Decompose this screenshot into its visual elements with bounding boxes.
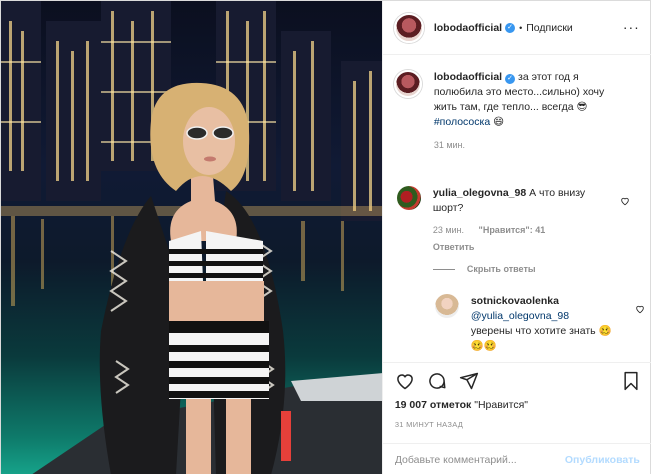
replies-divider-line: [432, 268, 455, 270]
hide-replies-button[interactable]: Скрыть ответы: [432, 264, 536, 274]
post-actions: 19 007 отметок "Нравится" 31 МИНУТ НАЗАД…: [382, 362, 651, 474]
comment-time[interactable]: 23 мин.: [433, 225, 464, 235]
post-side-panel: lobodaofficial ✓ • Подписки ··· lobodaof…: [381, 1, 651, 474]
reply-mention[interactable]: @yulia_olegovna_98: [471, 310, 569, 322]
action-icons: [395, 371, 479, 391]
photo-illustration: [1, 1, 382, 474]
reply-item: sotnickovaolenka @yulia_olegovna_98 увер…: [434, 294, 645, 354]
caption-hashtag-emoji: 😄: [493, 116, 505, 128]
caption-hashtag[interactable]: #полососка: [434, 116, 490, 128]
reply-author-avatar[interactable]: [434, 294, 459, 318]
header-separator: •: [519, 22, 523, 33]
reply-text: уверены что хотите знать 🥴🥴🥴: [470, 325, 612, 352]
comments-list[interactable]: lobodaofficial ✓ за этот год я полюбила э…: [383, 56, 651, 362]
commenter-avatar[interactable]: [396, 186, 421, 210]
more-options-icon[interactable]: ···: [623, 20, 640, 34]
instagram-post: lobodaofficial ✓ • Подписки ··· lobodaof…: [0, 0, 651, 474]
reply-body: sotnickovaolenka @yulia_olegovna_98 увер…: [471, 294, 621, 354]
likes-summary[interactable]: 19 007 отметок "Нравится": [395, 399, 528, 411]
comment-input[interactable]: [394, 453, 565, 466]
comment-bubble-icon[interactable]: [427, 371, 447, 391]
comment-item: yulia_olegovna_98 А что внизу шорт? 23 м…: [396, 186, 642, 255]
likes-label: "Нравится": [474, 399, 529, 411]
like-comment-heart-icon[interactable]: [620, 196, 630, 206]
like-reply-heart-icon[interactable]: [635, 304, 645, 314]
following-button[interactable]: Подписки: [526, 22, 573, 34]
caption-verified-icon: ✓: [505, 74, 516, 84]
reply-button[interactable]: Ответить: [433, 242, 475, 252]
author-username[interactable]: lobodaofficial: [434, 22, 502, 34]
comment-likes[interactable]: "Нравится": 41: [479, 225, 546, 235]
post-timestamp[interactable]: 31 МИНУТ НАЗАД: [395, 420, 463, 429]
caption-username[interactable]: lobodaofficial: [434, 71, 502, 83]
comment-username[interactable]: yulia_olegovna_98: [433, 187, 526, 199]
hide-replies-label: Скрыть ответы: [466, 264, 536, 274]
comment-body: yulia_olegovna_98 А что внизу шорт? 23 м…: [433, 186, 618, 255]
caption-time[interactable]: 31 мин.: [434, 138, 624, 153]
publish-button[interactable]: Опубликовать: [565, 454, 640, 466]
likes-count: 19 007 отметок: [394, 399, 472, 411]
add-comment-bar: Опубликовать: [382, 443, 651, 474]
post-photo[interactable]: [1, 1, 382, 474]
verified-badge-icon: ✓: [505, 22, 516, 33]
caption-body: lobodaofficial ✓ за этот год я полюбила э…: [434, 70, 624, 153]
caption-author-avatar[interactable]: [393, 70, 422, 98]
post-header: lobodaofficial ✓ • Подписки ···: [382, 1, 651, 55]
post-caption: lobodaofficial ✓ за этот год я полюбила э…: [393, 70, 634, 153]
author-avatar[interactable]: [393, 12, 424, 43]
reply-username[interactable]: sotnickovaolenka: [471, 295, 559, 307]
comment-meta: 23 мин. "Нравится": 41 Ответить: [433, 223, 618, 255]
like-heart-icon[interactable]: [395, 371, 415, 391]
save-bookmark-icon[interactable]: [622, 371, 640, 391]
share-send-icon[interactable]: [459, 371, 479, 391]
